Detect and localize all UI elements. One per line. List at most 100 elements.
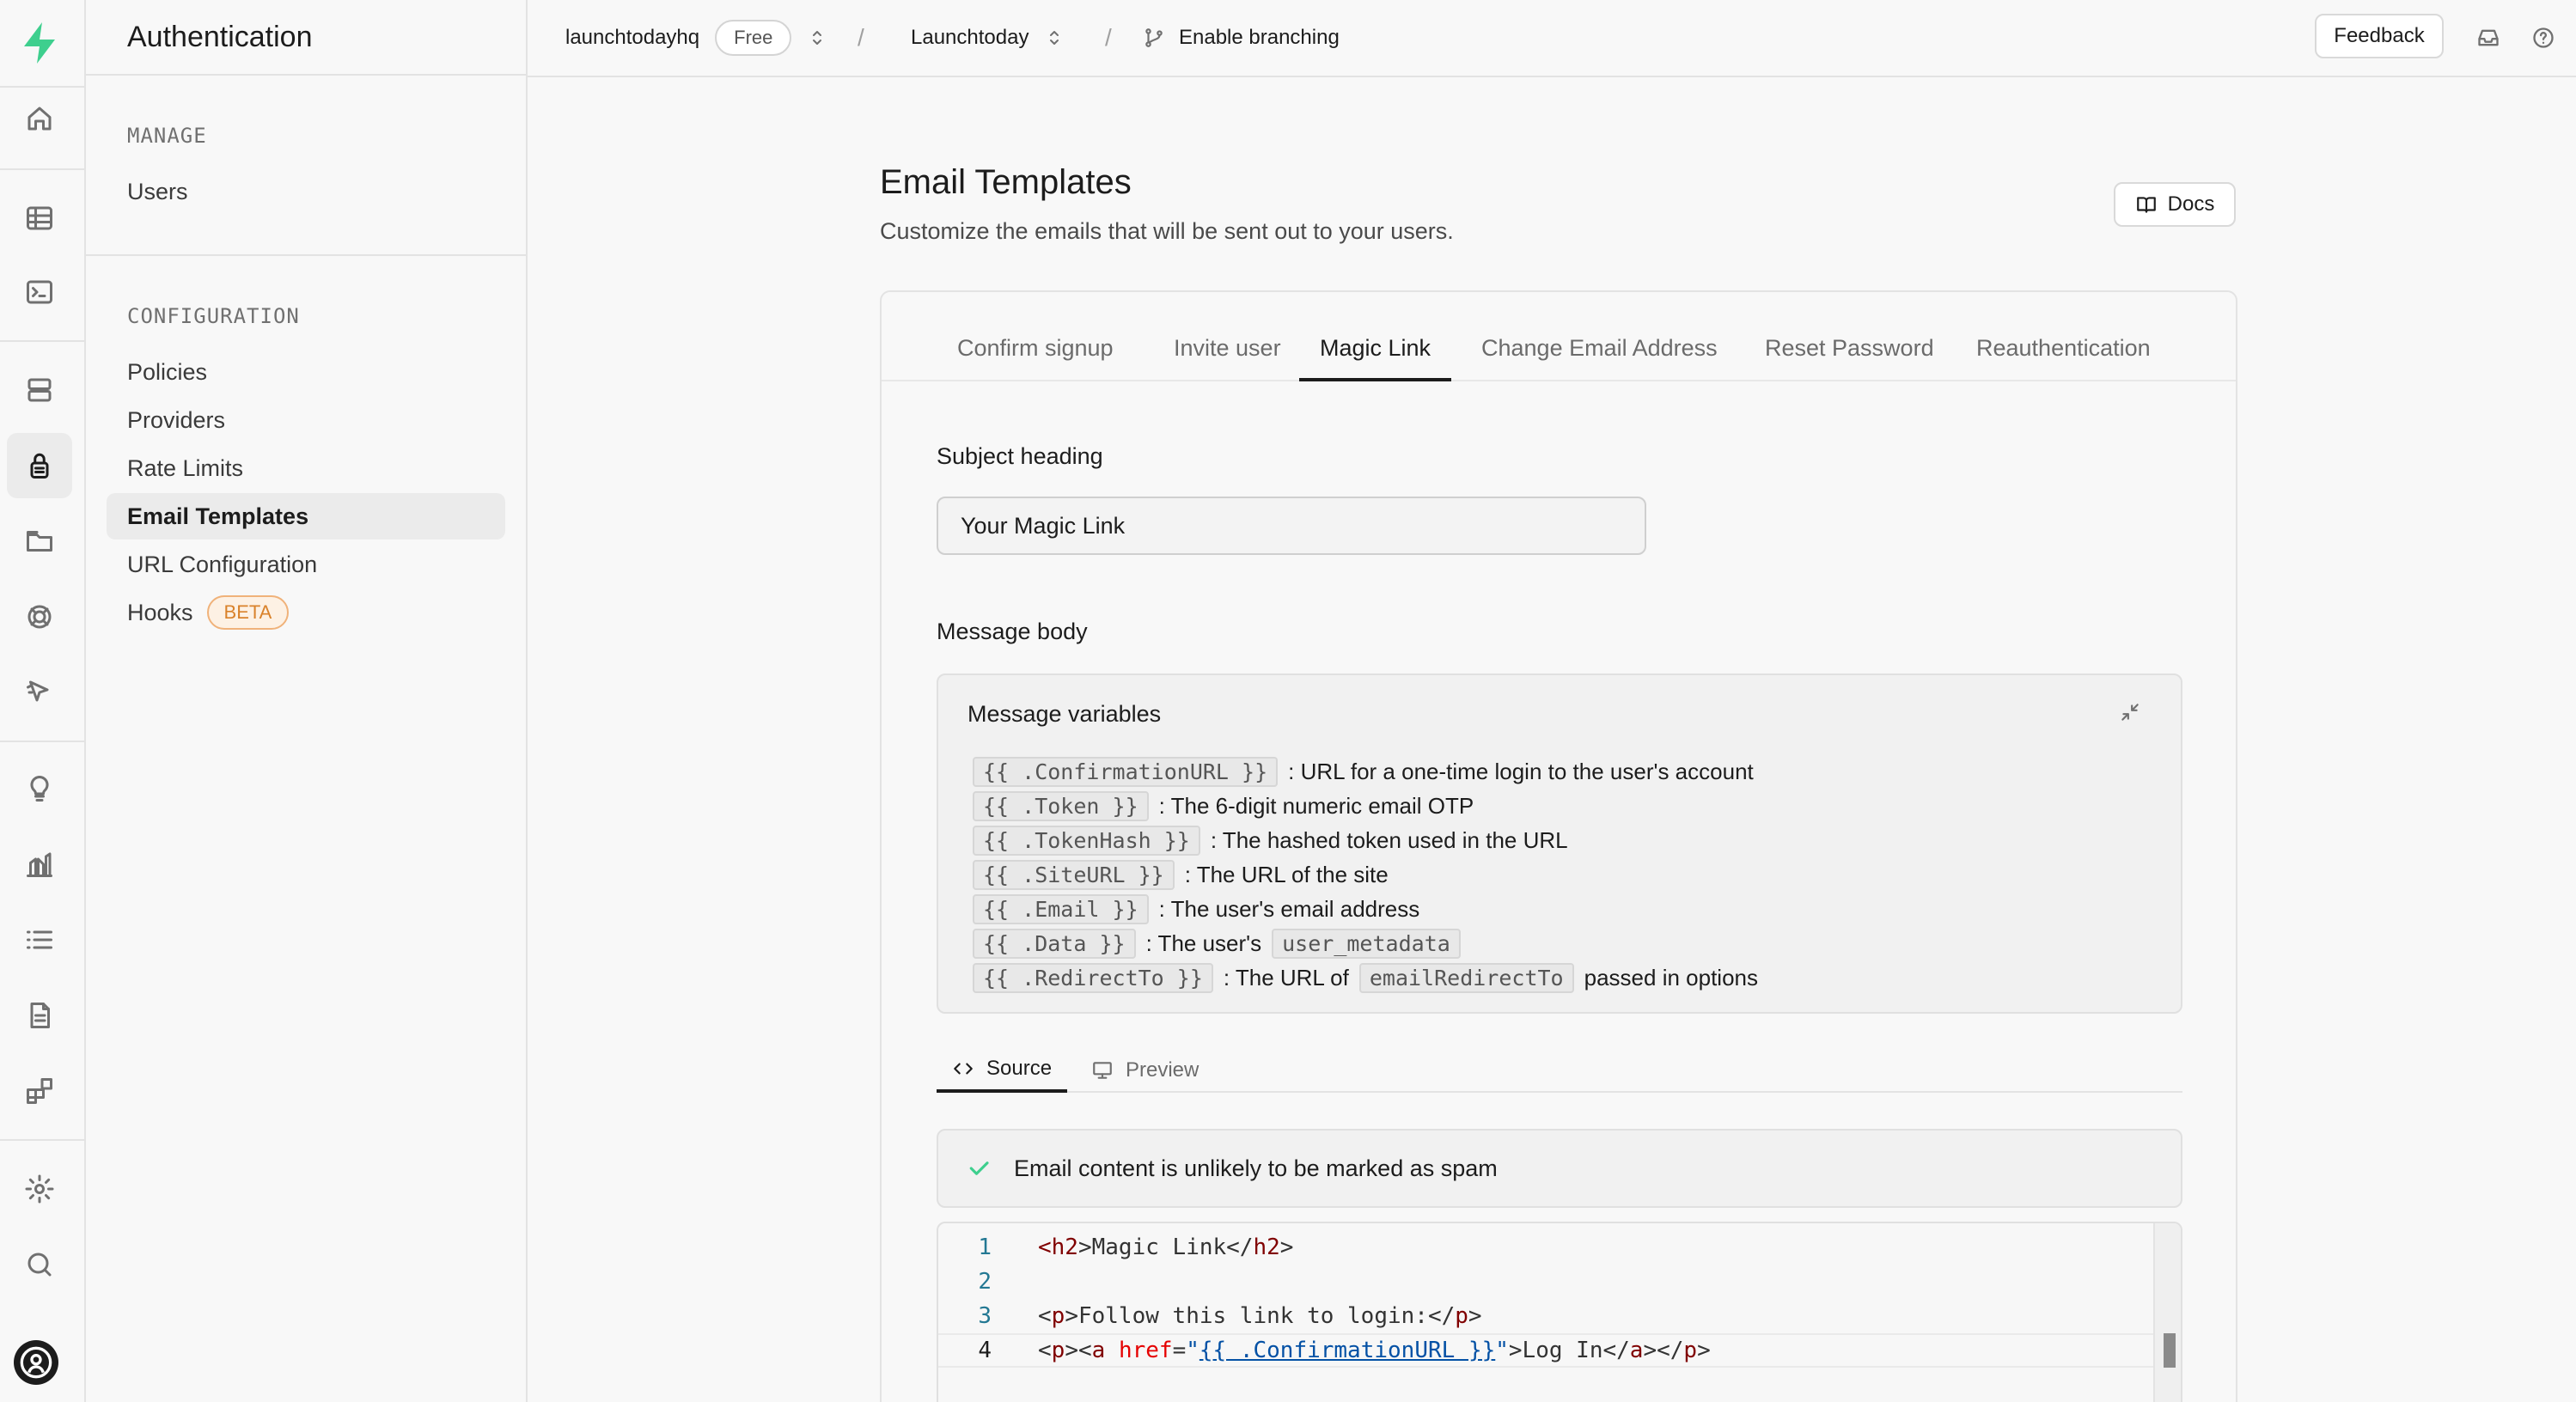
breadcrumb-separator: / (1105, 24, 1112, 51)
code-editor[interactable]: 1 <h2>Magic Link</h2> 2 3 <p>Follow this… (937, 1222, 2182, 1402)
variable-row: {{ .TokenHash }} : The hashed token used… (973, 823, 1568, 857)
sidebar-header: Authentication (86, 0, 526, 76)
sql-editor-icon[interactable] (7, 259, 72, 325)
storage-icon[interactable] (7, 509, 72, 574)
variable-row: {{ .Email }} : The user's email address (973, 892, 1419, 926)
tab-reset-password[interactable]: Reset Password (1765, 335, 1934, 381)
variable-chip: {{ .Email }} (973, 893, 1149, 924)
edge-functions-icon[interactable] (7, 660, 72, 725)
tab-preview[interactable]: Preview (1091, 1048, 1199, 1093)
variable-desc: : The URL of the site (1184, 861, 1389, 887)
top-bar: launchtodayhq Free / Launchtoday / Enabl… (528, 0, 2576, 77)
chevron-up-down-icon[interactable] (1044, 27, 1065, 48)
variable-chip: {{ .TokenHash }} (973, 825, 1200, 856)
feedback-button[interactable]: Feedback (2315, 14, 2444, 58)
tab-change-email-address[interactable]: Change Email Address (1481, 335, 1718, 381)
project-name: Launchtoday (911, 26, 1029, 49)
line-code: <h2>Magic Link</h2> (1038, 1234, 1294, 1260)
variable-desc: : The user's email address (1158, 895, 1420, 922)
variable-chip: {{ .RedirectTo }} (973, 962, 1213, 993)
message-body-label: Message body (937, 619, 1088, 644)
git-branch-icon (1145, 28, 1163, 47)
breadcrumb-separator: / (858, 24, 864, 51)
api-docs-icon[interactable] (7, 983, 72, 1048)
icon-rail (0, 0, 86, 1402)
rail-divider (0, 741, 86, 742)
search-icon[interactable] (7, 1232, 72, 1297)
tab-source[interactable]: Source (937, 1048, 1068, 1093)
tab-invite-user[interactable]: Invite user (1174, 335, 1281, 381)
sidebar-title: Authentication (127, 20, 313, 53)
spam-check-banner: Email content is unlikely to be marked a… (937, 1129, 2182, 1208)
variable-desc: : The 6-digit numeric email OTP (1158, 792, 1474, 819)
code-icon (954, 1063, 973, 1075)
inline-code-chip: emailRedirectTo (1358, 962, 1574, 993)
sidebar-item-url-configuration[interactable]: URL Configuration (107, 541, 505, 588)
group-title-configuration: CONFIGURATION (127, 304, 300, 328)
editor-scrollbar[interactable] (2153, 1223, 2181, 1402)
settings-gear-icon[interactable] (7, 1156, 72, 1222)
sidebar-item-providers[interactable]: Providers (107, 397, 505, 443)
advisors-lightbulb-icon[interactable] (7, 756, 72, 821)
editor-line: 3 <p>Follow this link to login:</p> (938, 1299, 1481, 1333)
reports-chart-icon[interactable] (7, 832, 72, 897)
variable-desc: : URL for a one-time login to the user's… (1288, 758, 1754, 784)
realtime-icon[interactable] (7, 584, 72, 649)
variable-chip: {{ .ConfirmationURL }} (973, 756, 1279, 787)
variable-chip: {{ .Token }} (973, 790, 1149, 821)
user-avatar[interactable] (14, 1340, 58, 1385)
variable-desc: : The user's (1145, 930, 1262, 956)
inline-code-chip: user_metadata (1272, 928, 1461, 959)
sidebar-item-policies[interactable]: Policies (107, 349, 505, 395)
project-selector[interactable]: Launchtoday (911, 0, 1065, 76)
subject-heading-label: Subject heading (937, 443, 1103, 469)
line-number: 3 (978, 1303, 992, 1329)
template-tabs: Confirm signup Invite user Magic Link Ch… (882, 292, 2236, 381)
variable-desc-tail: passed in options (1584, 964, 1758, 991)
tab-reauthentication[interactable]: Reauthentication (1976, 335, 2151, 381)
sidebar-item-label: Hooks (127, 599, 193, 625)
sidebar-item-users[interactable]: Users (107, 168, 505, 215)
subject-heading-input[interactable]: Your Magic Link (937, 497, 1646, 555)
inbox-icon[interactable] (2476, 0, 2500, 76)
tab-magic-link[interactable]: Magic Link (1299, 335, 1452, 381)
line-number: 2 (978, 1269, 992, 1295)
docs-button[interactable]: Docs (2114, 182, 2236, 227)
tab-confirm-signup[interactable]: Confirm signup (957, 335, 1114, 381)
enable-branching-button[interactable]: Enable branching (1143, 0, 1340, 76)
sidebar-item-rate-limits[interactable]: Rate Limits (107, 445, 505, 491)
authentication-icon[interactable] (7, 433, 72, 498)
help-icon[interactable] (2531, 0, 2555, 76)
logs-list-icon[interactable] (7, 907, 72, 972)
sidebar-item-hooks[interactable]: Hooks BETA (107, 589, 505, 636)
variable-desc: : The hashed token used in the URL (1210, 826, 1568, 853)
line-number: 4 (978, 1338, 992, 1363)
monitor-icon (1093, 1062, 1112, 1079)
rail-divider (0, 1139, 86, 1141)
page-title: Email Templates (880, 163, 1132, 201)
plan-badge: Free (715, 20, 792, 56)
enable-branching-label: Enable branching (1179, 26, 1340, 49)
org-selector[interactable]: launchtodayhq Free (565, 0, 827, 76)
group-title-manage: MANAGE (127, 124, 207, 148)
scroll-thumb[interactable] (2164, 1333, 2176, 1368)
sidebar-item-email-templates[interactable]: Email Templates (107, 493, 505, 539)
check-icon (969, 1161, 989, 1175)
collapse-icon[interactable] (2119, 701, 2141, 723)
tab-preview-label: Preview (1126, 1058, 1199, 1082)
beta-badge: BETA (206, 595, 290, 630)
table-editor-icon[interactable] (7, 186, 72, 251)
database-icon[interactable] (7, 357, 72, 423)
variable-row: {{ .RedirectTo }} : The URL of emailRedi… (973, 960, 1758, 995)
spam-check-text: Email content is unlikely to be marked a… (1014, 1155, 1498, 1181)
page-subtitle: Customize the emails that will be sent o… (880, 218, 1454, 244)
supabase-logo-icon[interactable] (15, 19, 64, 67)
editor-line: 2 (938, 1265, 992, 1299)
book-icon (2136, 197, 2156, 213)
integrations-icon[interactable] (7, 1058, 72, 1124)
variable-row: {{ .SiteURL }} : The URL of the site (973, 857, 1389, 892)
editor-line: 1 <h2>Magic Link</h2> (938, 1230, 1293, 1265)
message-variables-panel: Message variables {{ .ConfirmationURL }}… (937, 674, 2182, 1014)
home-icon[interactable] (7, 86, 72, 151)
chevron-up-down-icon[interactable] (807, 27, 827, 48)
